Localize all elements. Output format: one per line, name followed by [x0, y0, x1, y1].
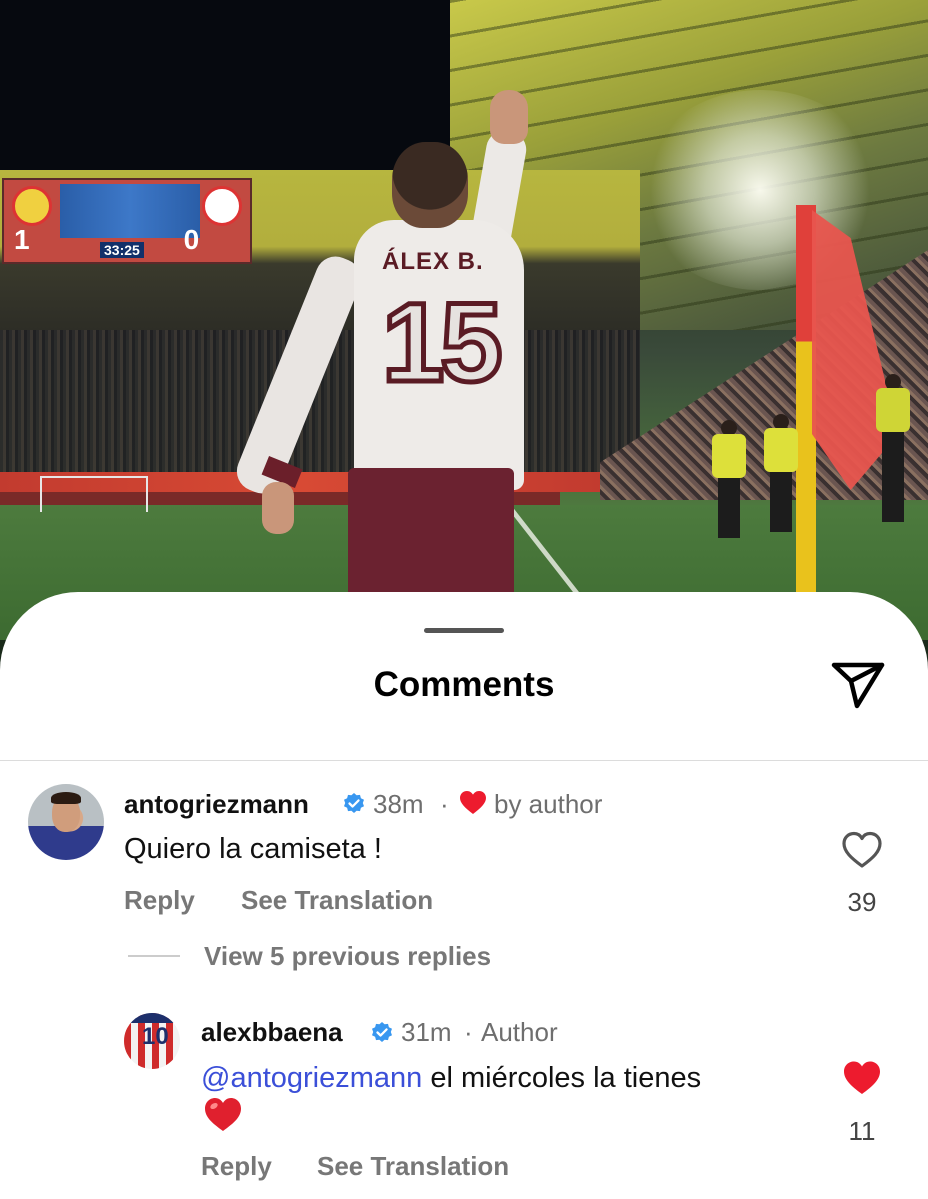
reply-button[interactable]: Reply	[124, 885, 195, 916]
jersey-number: 15	[380, 278, 506, 408]
mention-link[interactable]: @antogriezmann	[201, 1062, 422, 1094]
see-translation-button[interactable]: See Translation	[317, 1151, 509, 1182]
avatar[interactable]: 10	[124, 1013, 180, 1069]
view-previous-replies-button[interactable]: View 5 previous replies	[204, 941, 491, 972]
sheet-title: Comments	[373, 665, 555, 704]
comment-time: 38m	[373, 789, 424, 819]
liked-by-author-label: by author	[494, 789, 603, 819]
red-heart-emoji-icon	[205, 1098, 241, 1131]
divider	[0, 760, 928, 761]
player-head	[392, 142, 468, 228]
red-heart-icon	[460, 791, 486, 814]
separator-dot: ·	[464, 1017, 473, 1047]
avatar[interactable]	[28, 784, 104, 860]
post-photo: 10 33:25 ÁLEX B. 15	[0, 0, 928, 640]
paper-plane-icon[interactable]	[830, 659, 886, 711]
scoreboard-clock: 33:25	[100, 242, 144, 258]
see-translation-button[interactable]: See Translation	[241, 885, 433, 916]
reply-button[interactable]: Reply	[201, 1151, 272, 1182]
reply-text: @antogriezmann el miércoles la tienes	[201, 1062, 701, 1095]
reply-time: 31m	[401, 1017, 452, 1047]
replies-indent-line	[128, 955, 180, 957]
like-heart-filled-icon[interactable]	[841, 1058, 883, 1098]
jersey-name: ÁLEX B.	[382, 248, 484, 275]
opponent-crest-icon	[202, 186, 242, 226]
steward	[712, 420, 746, 538]
reply-text-body: el miércoles la tienes	[430, 1062, 702, 1094]
steward	[764, 414, 798, 544]
spain-crest-icon	[12, 186, 52, 226]
reply-username[interactable]: alexbbaena	[201, 1017, 343, 1048]
steward	[876, 374, 910, 574]
sheet-drag-handle[interactable]	[424, 628, 504, 633]
like-count: 11	[848, 1116, 876, 1146]
like-heart-icon[interactable]	[841, 830, 883, 870]
comment-username[interactable]: antogriezmann	[124, 789, 309, 820]
comment-text: Quiero la camiseta !	[124, 833, 382, 865]
verified-badge-icon	[372, 1022, 392, 1042]
goal	[40, 476, 148, 512]
player: ÁLEX B. 15	[230, 90, 562, 600]
separator-dot: ·	[440, 789, 449, 819]
scoreboard: 10 33:25	[2, 178, 252, 264]
verified-badge-icon	[344, 793, 364, 813]
author-label: Author	[481, 1017, 558, 1047]
shorts	[348, 468, 514, 598]
like-count: 39	[847, 887, 877, 917]
